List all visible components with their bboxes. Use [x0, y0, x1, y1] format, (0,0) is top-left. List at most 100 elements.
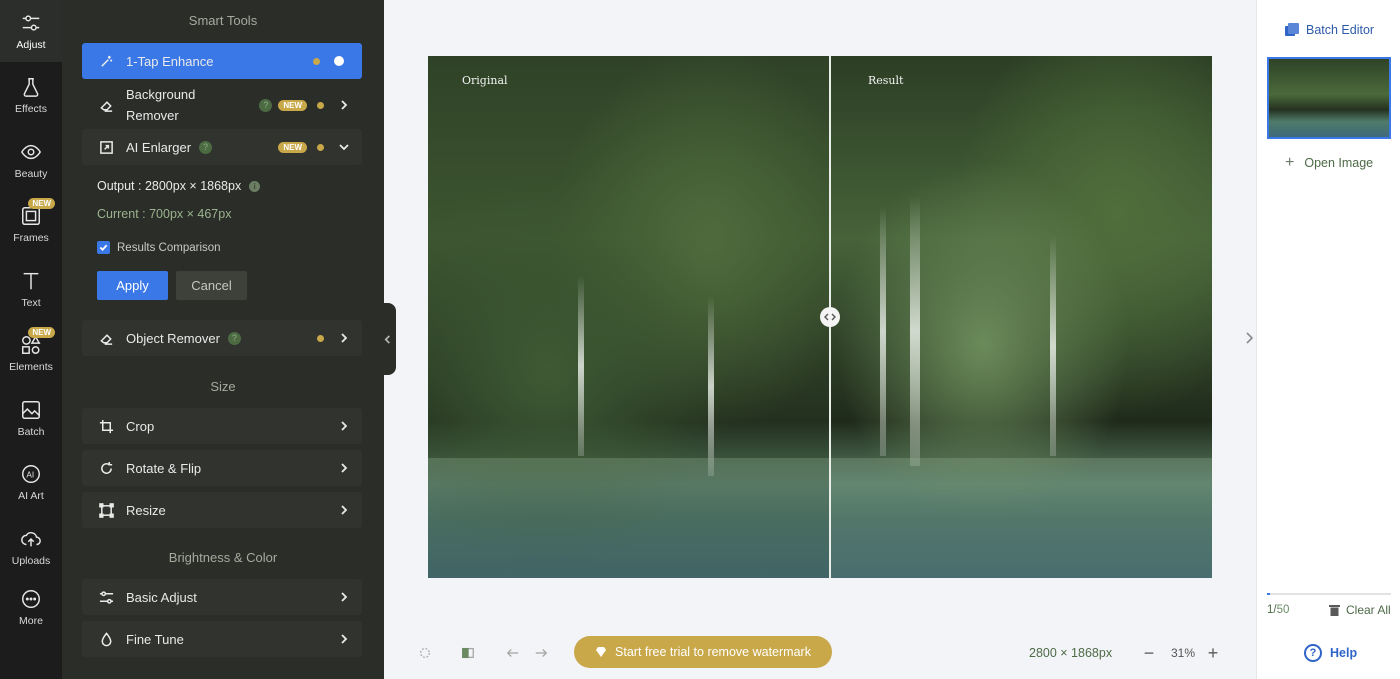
ai-enlarger-row[interactable]: AI Enlarger ? NEW [82, 129, 362, 165]
flask-icon [20, 76, 42, 98]
rail-item-effects[interactable]: Effects [0, 64, 62, 126]
help-button[interactable]: ? Help [1304, 644, 1357, 662]
smart-tools-title: Smart Tools [188, 13, 258, 28]
clear-all-button[interactable]: Clear All [1329, 603, 1391, 617]
resize-icon [98, 502, 114, 518]
output-size-text: Output : 2800px × 1868px [97, 179, 242, 193]
new-badge: NEW [278, 141, 307, 153]
zoom-in-button[interactable]: + [1205, 643, 1221, 663]
pager-progress [1267, 593, 1270, 595]
zoom-level: 31% [1171, 646, 1196, 660]
help-circle-icon[interactable]: ? [227, 331, 241, 345]
one-tap-enhance-row[interactable]: 1-Tap Enhance [82, 43, 362, 79]
image-count-current: 1/ [1267, 604, 1277, 616]
left-rail: Adjust Effects Beauty NEW Frames Text NE… [0, 0, 62, 679]
image-count-total: 50 [1276, 604, 1290, 616]
rail-item-text[interactable]: Text [0, 258, 62, 320]
batch-icon [20, 399, 42, 421]
rotate-flip-label: Rotate & Flip [126, 460, 202, 476]
fine-tune-row[interactable]: Fine Tune [82, 621, 362, 657]
checkbox-checked-icon[interactable] [97, 241, 110, 254]
chevron-right-icon [338, 504, 350, 516]
chevron-right-icon [338, 332, 350, 344]
apply-button[interactable]: Apply [97, 271, 168, 300]
background-remover-label-2: Remover [126, 108, 179, 123]
reset-icon[interactable] [417, 645, 433, 661]
fine-tune-label: Fine Tune [126, 631, 184, 647]
sliders-icon [98, 589, 114, 605]
rail-item-elements[interactable]: NEW Elements [0, 322, 62, 384]
rail-label-beauty: Beauty [14, 167, 48, 180]
open-image-label: Open Image [1304, 156, 1374, 170]
rail-label-ai-art: AI Art [18, 489, 44, 502]
open-image-button[interactable]: + Open Image [1285, 154, 1373, 172]
basic-adjust-row[interactable]: Basic Adjust [82, 579, 362, 615]
rail-item-batch[interactable]: Batch [0, 387, 62, 449]
eye-icon [20, 141, 42, 163]
crop-label: Crop [126, 418, 155, 434]
original-caption: Original [462, 74, 508, 87]
svg-text:AI: AI [26, 470, 34, 479]
background-remover-label-1: Background [126, 87, 196, 102]
basic-adjust-label: Basic Adjust [126, 589, 197, 605]
batch-editor-link[interactable]: Batch Editor [1285, 23, 1374, 37]
eraser-icon [98, 97, 114, 113]
brightness-section-title: Brightness & Color [168, 550, 278, 565]
image-dimensions: 2800 × 1868px [1029, 646, 1113, 660]
undo-icon[interactable] [505, 645, 521, 661]
chevron-right-icon [338, 420, 350, 432]
cancel-button[interactable]: Cancel [176, 271, 247, 300]
current-size: Current : 700px × 467px [97, 207, 232, 221]
one-tap-toggle[interactable] [328, 55, 350, 67]
redo-icon[interactable] [533, 645, 549, 661]
crop-icon [98, 418, 114, 434]
rail-label-frames: Frames [13, 231, 49, 244]
image-count: 1/50 [1267, 604, 1289, 616]
ai-enlarger-label: AI Enlarger [126, 139, 192, 155]
resize-label: Resize [126, 502, 166, 518]
background-remover-row[interactable]: Background Remover ? NEW [82, 86, 362, 124]
clear-all-label: Clear All [1346, 603, 1391, 617]
output-size: Output : 2800px × 1868px i [97, 179, 261, 193]
rail-item-more[interactable]: More [0, 576, 62, 638]
crop-row[interactable]: Crop [82, 408, 362, 444]
chevron-right-icon [338, 591, 350, 603]
info-icon[interactable]: i [249, 181, 261, 193]
comparison-slider-handle[interactable] [820, 307, 840, 327]
rail-item-uploads[interactable]: Uploads [0, 516, 62, 578]
start-trial-button[interactable]: Start free trial to remove watermark [574, 636, 832, 668]
sliders-icon [20, 12, 42, 34]
cloud-upload-icon [20, 528, 42, 550]
help-circle-icon[interactable]: ? [259, 98, 273, 112]
compare-icon[interactable] [460, 645, 476, 661]
resize-row[interactable]: Resize [82, 492, 362, 528]
magic-wand-icon [98, 53, 114, 69]
image-thumbnail[interactable] [1267, 57, 1391, 139]
arrows-horizontal-icon [824, 313, 836, 321]
rail-item-frames[interactable]: NEW Frames [0, 193, 62, 255]
panel-collapse-handle[interactable] [379, 303, 396, 375]
premium-dot [317, 101, 324, 109]
rail-label-text: Text [21, 296, 41, 309]
results-comparison-label: Results Comparison [117, 241, 221, 254]
help-circle-icon[interactable]: ? [199, 140, 213, 154]
rail-label-more: More [19, 614, 43, 627]
rotate-flip-row[interactable]: Rotate & Flip [82, 450, 362, 486]
chevron-left-icon [384, 334, 390, 344]
zoom-out-button[interactable]: − [1141, 643, 1157, 663]
batch-editor-label: Batch Editor [1306, 23, 1375, 37]
tools-panel: Smart Tools 1-Tap Enhance Background Remo… [62, 0, 384, 679]
expand-right-panel-arrow[interactable] [1244, 331, 1256, 345]
chevron-right-icon [1246, 332, 1254, 344]
new-badge: NEW [28, 198, 55, 209]
object-remover-row[interactable]: Object Remover ? [82, 320, 362, 356]
help-icon: ? [1304, 644, 1322, 662]
rail-item-adjust[interactable]: Adjust [0, 0, 62, 62]
diamond-icon [596, 647, 607, 657]
premium-dot [317, 334, 324, 342]
rail-item-ai-art[interactable]: AI AI Art [0, 451, 62, 513]
rail-item-beauty[interactable]: Beauty [0, 129, 62, 191]
results-comparison-checkbox[interactable]: Results Comparison [97, 241, 221, 254]
pager-track [1267, 593, 1391, 595]
photo-canvas[interactable]: Original Result [428, 56, 1212, 578]
